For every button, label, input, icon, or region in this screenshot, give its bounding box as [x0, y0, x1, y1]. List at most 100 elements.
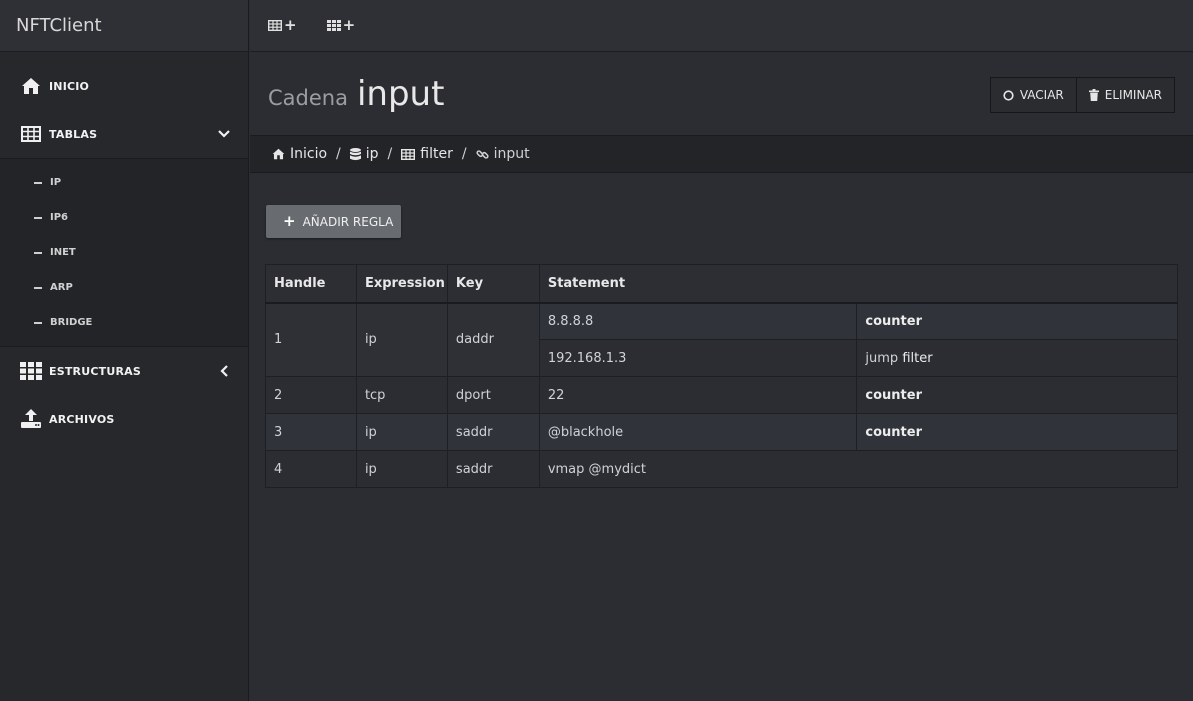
table-row[interactable]: 2 tcp dport 22 counter — [265, 376, 1178, 414]
cell-handle: 4 — [265, 450, 357, 488]
link-icon — [475, 148, 489, 161]
breadcrumb-label: filter — [420, 146, 453, 162]
cell-value: @blackhole — [538, 413, 858, 451]
sidebar-item-label: ARCHIVOS — [49, 412, 115, 426]
cell-expression: tcp — [355, 376, 448, 414]
dash-icon — [34, 251, 42, 254]
sidebar-item-inicio[interactable]: INICIO — [0, 62, 248, 110]
sidebar-subitem-inet[interactable]: INET — [0, 235, 248, 270]
cell-key: daddr — [446, 302, 540, 377]
dash-icon — [34, 216, 42, 219]
table-icon — [401, 148, 416, 160]
page-title: Cadena input — [268, 74, 444, 114]
sidebar-item-label: ESTRUCTURAS — [49, 364, 141, 378]
sidebar-item-estructuras[interactable]: ESTRUCTURAS — [0, 347, 248, 395]
title-label: Cadena — [268, 86, 348, 110]
cell-key: saddr — [446, 450, 540, 488]
cell-handle: 3 — [265, 413, 357, 451]
cell-value: 192.168.1.3 — [538, 339, 858, 377]
cell-handle: 2 — [265, 376, 357, 414]
breadcrumb-separator: / — [461, 146, 467, 162]
cell-handle: 1 — [265, 302, 357, 377]
subitem-label: INET — [50, 247, 76, 258]
subitem-label: BRIDGE — [50, 317, 93, 328]
cell-value: vmap @mydict — [538, 450, 1179, 488]
chevron-down-icon — [218, 110, 230, 158]
jump-keyword: jump — [865, 350, 899, 366]
home-icon — [20, 76, 42, 96]
breadcrumb-inicio[interactable]: Inicio — [272, 146, 327, 162]
cell-expression: ip — [355, 302, 448, 377]
vaciar-button[interactable]: VACIAR — [989, 77, 1077, 113]
table-icon — [20, 124, 42, 144]
column-header-statement: Statement — [538, 264, 1179, 304]
subitem-label: IP6 — [50, 212, 69, 223]
cell-action: counter — [856, 376, 1178, 414]
breadcrumb: Inicio / ip / filter / input — [250, 135, 1193, 173]
breadcrumb-input: input — [475, 146, 530, 162]
add-set-icon — [326, 16, 341, 35]
cell-expression: ip — [355, 413, 448, 451]
plus-icon: + — [342, 16, 356, 34]
sidebar-subitem-arp[interactable]: ARP — [0, 270, 248, 305]
column-header-expression: Expression — [355, 264, 448, 304]
cell-action: counter — [856, 413, 1178, 451]
topbar: + + — [250, 0, 1193, 52]
home-icon — [272, 148, 285, 160]
breadcrumb-filter[interactable]: filter — [401, 146, 453, 162]
sidebar-subitem-ip[interactable]: IP — [0, 165, 248, 200]
circle-icon — [1003, 89, 1014, 101]
sidebar-item-label: INICIO — [49, 79, 90, 93]
sidebar-item-tablas[interactable]: TABLAS — [0, 110, 248, 158]
breadcrumb-separator: / — [336, 146, 341, 162]
brand-logo[interactable]: NFTClient — [0, 0, 248, 52]
dash-icon — [34, 321, 42, 324]
breadcrumb-label: Inicio — [290, 146, 328, 162]
eliminar-label: ELIMINAR — [1104, 88, 1162, 102]
cell-key: saddr — [446, 413, 540, 451]
add-set-button[interactable]: + — [326, 16, 356, 35]
add-table-icon — [267, 16, 283, 35]
cell-action: counter — [856, 302, 1178, 340]
subitem-label: ARP — [50, 282, 73, 293]
title-name: input — [356, 74, 445, 114]
plus-icon: + — [284, 16, 297, 34]
trash-icon — [1088, 89, 1099, 101]
header-actions: VACIAR ELIMINAR — [989, 77, 1175, 113]
column-header-key: Key — [446, 264, 540, 304]
breadcrumb-ip[interactable]: ip — [349, 146, 379, 162]
add-rule-button[interactable]: + AÑADIR REGLA — [266, 205, 401, 238]
cell-value: 22 — [538, 376, 858, 414]
table-row[interactable]: 1 ip daddr 8.8.8.8 counter — [265, 302, 1178, 377]
sidebar-subitem-ip6[interactable]: IP6 — [0, 200, 248, 235]
grid-icon — [20, 361, 42, 381]
rules-table: Handle Expression Key Statement 1 ip dad… — [265, 264, 1179, 488]
cell-expression: ip — [355, 450, 448, 488]
sidebar-subitem-bridge[interactable]: BRIDGE — [0, 305, 248, 340]
table-row[interactable]: 3 ip saddr @blackhole counter — [265, 413, 1178, 451]
cell-action: jump filter — [856, 339, 1178, 377]
table-row[interactable]: 4 ip saddr vmap @mydict — [265, 450, 1179, 488]
upload-icon — [20, 409, 42, 429]
cell-value: 8.8.8.8 — [538, 302, 858, 340]
dash-icon — [34, 286, 42, 289]
add-rule-label: AÑADIR REGLA — [302, 214, 394, 229]
sidebar: NFTClient INICIO TABLAS IP IP6 INET ARP … — [0, 0, 249, 701]
table-header-row: Handle Expression Key Statement — [265, 264, 1179, 304]
breadcrumb-separator: / — [387, 146, 393, 162]
database-icon — [349, 147, 361, 161]
vaciar-label: VACIAR — [1019, 88, 1064, 102]
column-header-handle: Handle — [265, 264, 357, 304]
sidebar-item-archivos[interactable]: ARCHIVOS — [0, 395, 248, 443]
add-table-button[interactable]: + — [267, 16, 297, 35]
cell-key: dport — [446, 376, 540, 414]
page-header: Cadena input VACIAR ELIMINAR — [250, 52, 1193, 135]
chevron-left-icon — [220, 347, 230, 395]
eliminar-button[interactable]: ELIMINAR — [1076, 77, 1175, 113]
jump-target: filter — [902, 350, 933, 366]
tablas-submenu: IP IP6 INET ARP BRIDGE — [0, 158, 248, 347]
sidebar-item-label: TABLAS — [49, 127, 98, 141]
breadcrumb-label: ip — [365, 146, 379, 162]
dash-icon — [34, 181, 42, 184]
plus-icon: + — [283, 212, 296, 230]
